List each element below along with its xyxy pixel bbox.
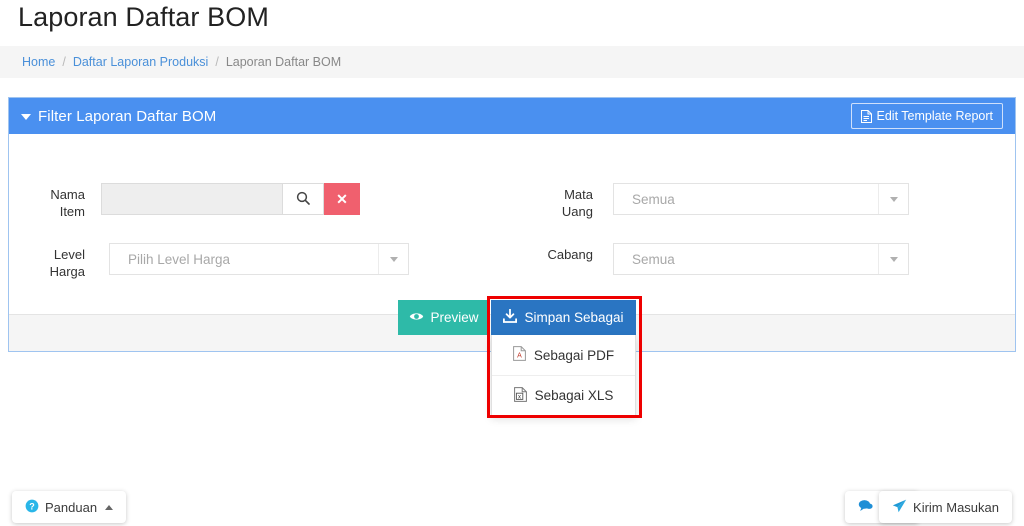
search-icon [296,191,310,208]
filter-panel-body: Nama Item ✕ Level Harga Pilih Level Harg… [9,134,1015,314]
nama-item-clear-button[interactable]: ✕ [324,183,360,215]
question-circle-icon: ? [25,499,39,516]
chevron-down-icon [378,244,408,274]
breadcrumb: Home / Daftar Laporan Produksi / Laporan… [0,46,1024,78]
svg-text:x: x [518,394,521,400]
mata-uang-select[interactable]: Semua [613,183,909,215]
menu-item-sebagai-pdf-label: Sebagai PDF [533,347,615,363]
chevron-down-icon [878,184,908,214]
label-level-harga: Level Harga [49,247,85,279]
caret-down-icon [21,114,31,120]
label-cabang: Cabang [547,247,593,262]
panduan-label: Panduan [45,499,98,515]
nama-item-input-group: ✕ [101,183,360,215]
mata-uang-value: Semua [632,191,675,207]
breadcrumb-separator: / [62,55,66,69]
simpan-sebagai-dropdown-menu: A Sebagai PDF x Sebagai XLS [491,335,636,415]
svg-text:?: ? [29,501,35,511]
simpan-sebagai-button[interactable]: Simpan Sebagai [491,300,636,335]
close-icon: ✕ [336,190,348,207]
page-root: Laporan Daftar BOM Home / Daftar Laporan… [0,0,1024,526]
kirim-masukan-button[interactable]: Kirim Masukan [879,491,1012,523]
pdf-file-icon: A [512,346,526,364]
breadcrumb-item-current: Laporan Daftar BOM [225,55,342,69]
breadcrumb-item-parent[interactable]: Daftar Laporan Produksi [73,55,209,69]
cabang-select[interactable]: Semua [613,243,909,275]
xls-file-icon: x [513,386,527,405]
chevron-down-icon [878,244,908,274]
edit-template-report-label: Edit Template Report [876,109,994,123]
chat-bubble-icon [858,499,873,515]
level-harga-select[interactable]: Pilih Level Harga [109,243,409,275]
paper-plane-icon [892,499,907,516]
filter-panel-header[interactable]: Filter Laporan Daftar BOM Edit Template … [9,98,1015,134]
menu-item-sebagai-pdf[interactable]: A Sebagai PDF [492,335,635,375]
preview-label: Preview [430,310,479,325]
page-title: Laporan Daftar BOM [18,2,269,32]
edit-template-report-button[interactable]: Edit Template Report [850,103,1003,129]
caret-up-icon [105,504,114,510]
nama-item-input[interactable] [101,183,282,215]
download-icon [503,308,518,326]
svg-text:A: A [517,353,522,360]
preview-button[interactable]: Preview [398,300,490,335]
menu-item-sebagai-xls[interactable]: x Sebagai XLS [492,375,635,415]
level-harga-value: Pilih Level Harga [128,251,231,267]
document-icon [860,109,872,123]
filter-panel-title: Filter Laporan Daftar BOM [38,107,217,125]
nama-item-search-button[interactable] [282,183,324,215]
simpan-sebagai-label: Simpan Sebagai [524,310,624,325]
kirim-masukan-label: Kirim Masukan [913,499,999,515]
label-mata-uang: Mata Uang [561,187,593,219]
panduan-button[interactable]: ? Panduan [12,491,127,523]
cabang-value: Semua [632,251,675,267]
menu-item-sebagai-xls-label: Sebagai XLS [534,388,614,403]
breadcrumb-item-home[interactable]: Home [22,55,55,69]
label-nama-item: Nama Item [50,187,85,219]
breadcrumb-separator: / [215,55,219,69]
eye-icon [409,310,424,325]
